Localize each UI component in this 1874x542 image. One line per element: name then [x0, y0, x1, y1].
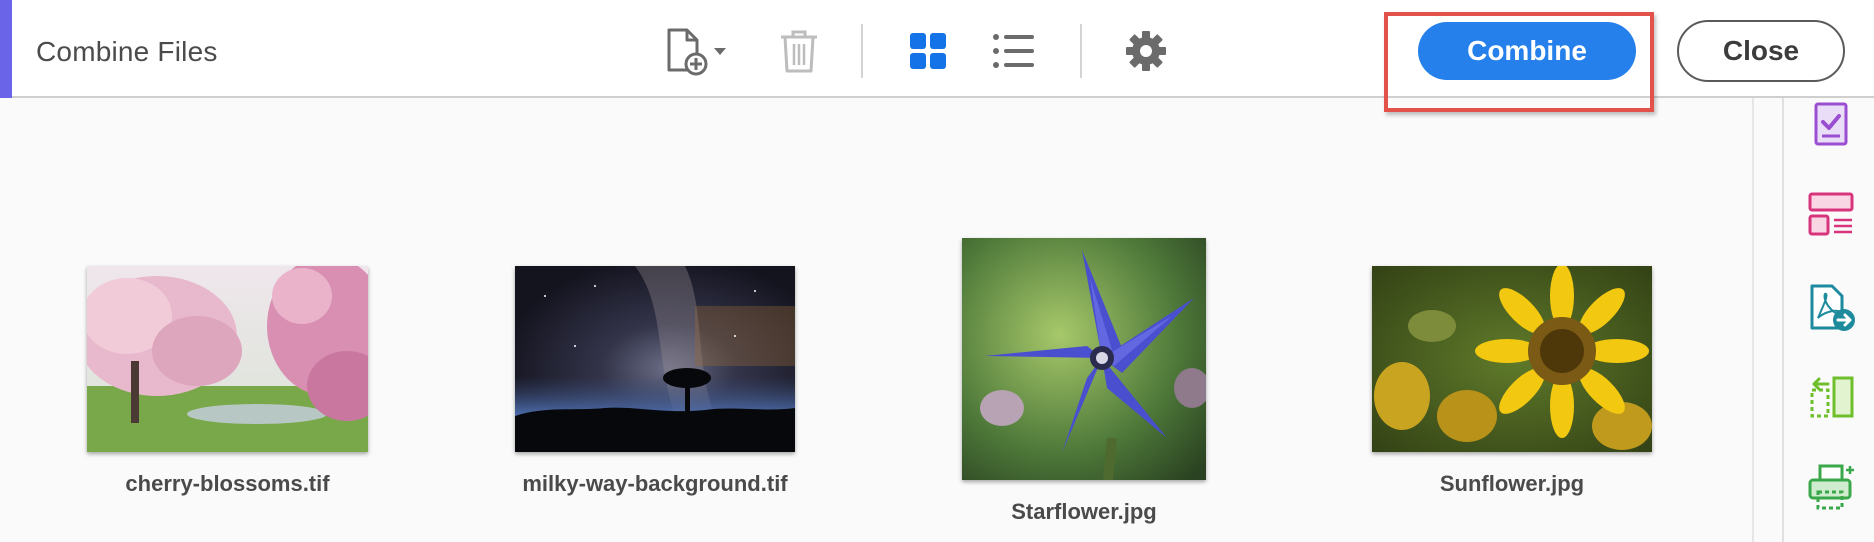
- panel-scroll-divider: [1782, 98, 1784, 542]
- combine-files-window: Combine Files Combine Close cherry-bloss…: [0, 0, 1874, 542]
- compare-files-icon: [1810, 376, 1854, 418]
- gear-icon: [1126, 31, 1166, 71]
- page-title: Combine Files: [36, 36, 218, 67]
- export-pdf-tool[interactable]: [1806, 282, 1858, 334]
- list-view-icon: [993, 34, 1034, 68]
- accent-bar: [0, 0, 12, 98]
- toolbar-divider: [861, 24, 863, 78]
- settings-button[interactable]: [1122, 24, 1170, 78]
- milky-way-image: [515, 266, 795, 452]
- grid-view-button[interactable]: [904, 24, 952, 78]
- combine-button[interactable]: Combine: [1418, 22, 1636, 80]
- cherry-blossoms-image: [87, 266, 368, 452]
- print-production-icon: [1808, 464, 1854, 510]
- toolbar-divider: [1080, 24, 1082, 78]
- protect-tool[interactable]: [1806, 100, 1858, 152]
- list-view-button[interactable]: [990, 24, 1038, 78]
- file-thumbnail[interactable]: [515, 266, 795, 452]
- export-pdf-icon: [1810, 284, 1855, 331]
- sunflower-image: [1372, 266, 1652, 452]
- add-files-button[interactable]: [660, 24, 732, 78]
- toolbar: Combine Files Combine Close: [0, 0, 1874, 112]
- panel-divider: [1752, 98, 1754, 542]
- file-thumbnail[interactable]: [87, 266, 368, 452]
- organize-pages-tool[interactable]: [1806, 190, 1858, 242]
- file-name: cherry-blossoms.tif: [125, 471, 330, 496]
- organize-pages-icon: [1808, 192, 1854, 236]
- close-button[interactable]: Close: [1677, 20, 1845, 82]
- file-name: Starflower.jpg: [1011, 499, 1157, 524]
- print-production-tool[interactable]: [1806, 462, 1858, 514]
- delete-button[interactable]: [774, 24, 824, 78]
- add-file-icon: [667, 28, 726, 76]
- file-name: milky-way-background.tif: [522, 471, 788, 496]
- file-thumbnail[interactable]: [1372, 266, 1652, 452]
- file-name: Sunflower.jpg: [1439, 471, 1585, 496]
- file-thumbnail[interactable]: [962, 238, 1206, 480]
- starflower-image: [962, 238, 1206, 480]
- trash-icon: [781, 30, 817, 73]
- grid-view-icon: [910, 33, 946, 69]
- compare-files-tool[interactable]: [1806, 372, 1858, 424]
- protect-icon: [1814, 102, 1848, 146]
